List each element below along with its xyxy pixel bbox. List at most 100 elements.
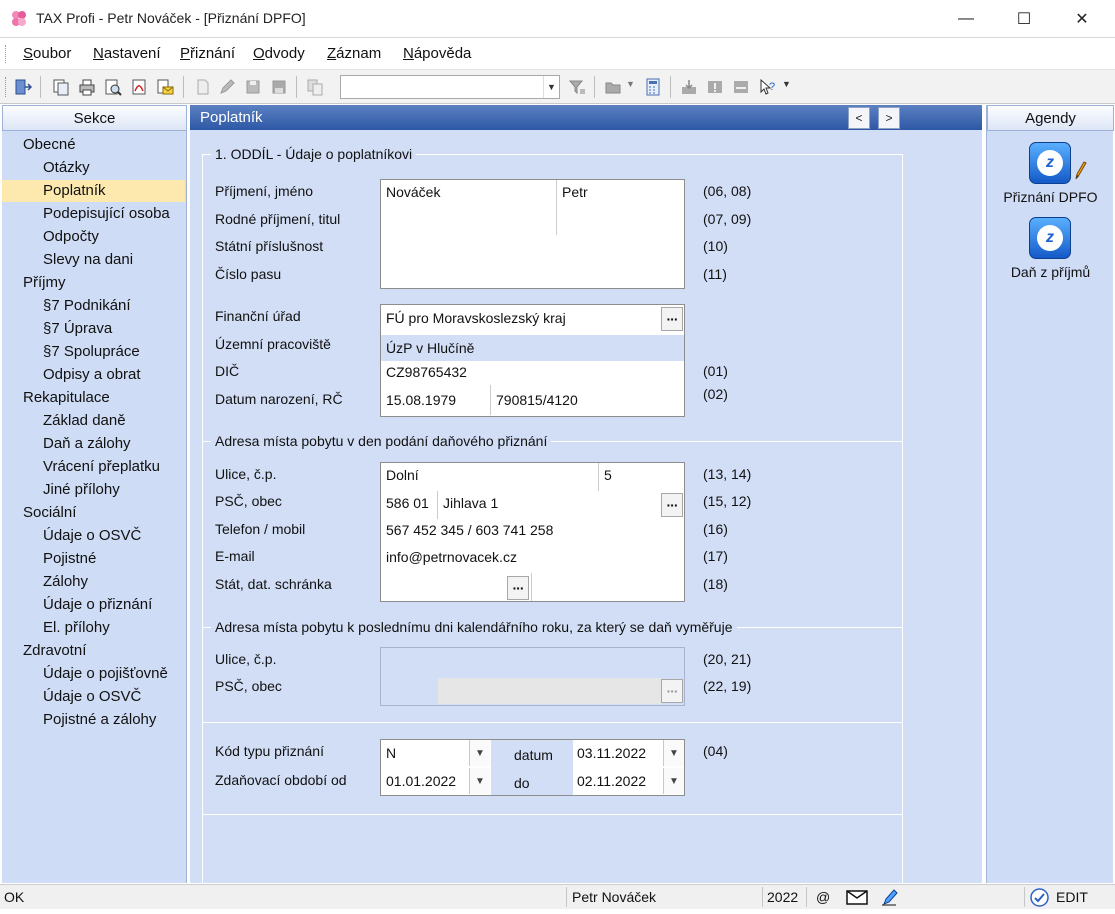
- dic-field[interactable]: CZ98765432: [386, 364, 467, 380]
- field-divider: [531, 573, 532, 601]
- chevron-down-icon[interactable]: ▼: [469, 768, 490, 794]
- sekce-item[interactable]: Údaje o OSVČ: [2, 525, 185, 547]
- label-financni-urad: Finanční úřad: [215, 308, 301, 324]
- minimize-button[interactable]: —: [943, 0, 989, 38]
- email-field[interactable]: info@petrnovacek.cz: [386, 549, 517, 565]
- folder-icon[interactable]: [602, 76, 624, 98]
- print-preview-icon[interactable]: [102, 76, 124, 98]
- toolbar-combo[interactable]: ▼: [340, 75, 560, 99]
- sekce-item[interactable]: Údaje o pojišťovně: [2, 663, 185, 685]
- sekce-item[interactable]: Příjmy: [2, 272, 185, 294]
- app-icon: [9, 9, 29, 29]
- label-prijmeni-jmeno: Příjmení, jméno: [215, 183, 314, 199]
- sekce-item[interactable]: §7 Spolupráce: [2, 341, 185, 363]
- pdf-icon[interactable]: [128, 76, 150, 98]
- telefon-field[interactable]: 567 452 345 / 603 741 258: [386, 522, 553, 538]
- datum-field[interactable]: 03.11.2022: [577, 745, 646, 761]
- sekce-item[interactable]: Poplatník: [2, 180, 185, 202]
- sekce-item[interactable]: Vrácení přeplatku: [2, 456, 185, 478]
- chevron-down-icon[interactable]: ▼: [626, 79, 635, 89]
- datum-narozeni-field[interactable]: 15.08.1979: [386, 392, 456, 408]
- kod-typu-select[interactable]: N: [386, 745, 396, 761]
- sekce-item[interactable]: Pojistné a zálohy: [2, 709, 185, 731]
- period-fields: N ▼ datum 03.11.2022 ▼ 01.01.2022 ▼ do 0…: [380, 739, 685, 796]
- obec-field[interactable]: Jihlava 1: [443, 495, 498, 511]
- card-icon[interactable]: [730, 76, 752, 98]
- calculator-icon[interactable]: [642, 76, 664, 98]
- agenda-priznani-dpfo[interactable]: Přiznání DPFO: [987, 189, 1114, 205]
- prev-button[interactable]: <: [848, 107, 870, 129]
- pdf-email-icon[interactable]: [154, 76, 176, 98]
- financni-urad-field[interactable]: FÚ pro Moravskoslezský kraj: [386, 310, 566, 326]
- psc-field[interactable]: 586 01: [386, 495, 429, 511]
- help-icon[interactable]: ?: [756, 76, 778, 98]
- menu-zaznam[interactable]: Záznam: [327, 45, 381, 62]
- dan-z-prijmu-icon[interactable]: z: [1029, 217, 1071, 259]
- save-all-icon[interactable]: [268, 76, 290, 98]
- sekce-item[interactable]: Podepisující osoba: [2, 203, 185, 225]
- ellipsis-button[interactable]: ···: [661, 493, 683, 517]
- sekce-item[interactable]: Údaje o OSVČ: [2, 686, 185, 708]
- menu-nastaveni[interactable]: Nastavení: [93, 45, 161, 62]
- next-button[interactable]: >: [878, 107, 900, 129]
- obdobi-do-field[interactable]: 02.11.2022: [577, 773, 646, 789]
- prijmeni-field[interactable]: Nováček: [386, 184, 440, 200]
- code-06-08: (06, 08): [703, 183, 752, 199]
- sekce-item[interactable]: Zdravotní: [2, 640, 185, 662]
- new-record-icon[interactable]: [192, 76, 214, 98]
- label-telefon: Telefon / mobil: [215, 521, 306, 537]
- sekce-item[interactable]: Údaje o přiznání: [2, 594, 185, 616]
- signature-icon[interactable]: [880, 887, 900, 910]
- menu-soubor[interactable]: Soubor: [23, 45, 71, 62]
- sekce-item[interactable]: Zálohy: [2, 571, 185, 593]
- sekce-item[interactable]: Rekapitulace: [2, 387, 185, 409]
- sekce-item[interactable]: Otázky: [2, 157, 185, 179]
- priznani-dpfo-icon[interactable]: z: [1029, 142, 1071, 184]
- close-button[interactable]: ✕: [1059, 0, 1105, 38]
- mail-icon[interactable]: [846, 888, 868, 909]
- agenda-dan-z-prijmu[interactable]: Daň z příjmů: [987, 264, 1114, 280]
- menu-priznani[interactable]: Přiznání: [180, 45, 235, 62]
- copy-icon[interactable]: [50, 76, 72, 98]
- section1-title: 1. ODDÍL - Údaje o poplatníkovi: [211, 146, 417, 162]
- sekce-item[interactable]: Odpisy a obrat: [2, 364, 185, 386]
- sekce-item[interactable]: Základ daně: [2, 410, 185, 432]
- duplicate-icon[interactable]: [304, 76, 326, 98]
- sekce-item[interactable]: Sociální: [2, 502, 185, 524]
- chevron-down-icon[interactable]: ▼: [543, 76, 559, 98]
- maximize-button[interactable]: ☐: [1001, 0, 1047, 38]
- status-user: Petr Nováček: [572, 889, 657, 905]
- save-record-icon[interactable]: [242, 76, 264, 98]
- chevron-down-icon[interactable]: ▼: [663, 768, 684, 794]
- exit-icon[interactable]: [12, 76, 34, 98]
- sekce-item[interactable]: Daň a zálohy: [2, 433, 185, 455]
- alert-icon[interactable]: [704, 76, 726, 98]
- sekce-item[interactable]: Slevy na dani: [2, 249, 185, 271]
- rodne-cislo-field[interactable]: 790815/4120: [496, 392, 578, 408]
- sekce-item[interactable]: El. přílohy: [2, 617, 185, 639]
- filter-icon[interactable]: [566, 76, 588, 98]
- obdobi-od-field[interactable]: 01.01.2022: [386, 773, 456, 789]
- toolbar-separator: [183, 76, 184, 98]
- menu-odvody[interactable]: Odvody: [253, 45, 305, 62]
- sekce-item[interactable]: Obecné: [2, 134, 185, 156]
- chevron-down-icon[interactable]: ▼: [469, 740, 490, 766]
- sekce-item[interactable]: Pojistné: [2, 548, 185, 570]
- sekce-item[interactable]: §7 Úprava: [2, 318, 185, 340]
- download-icon[interactable]: [678, 76, 700, 98]
- chevron-down-icon[interactable]: ▼: [663, 740, 684, 766]
- jmeno-field[interactable]: Petr: [562, 184, 588, 200]
- code-10: (10): [703, 238, 728, 254]
- chevron-down-icon[interactable]: ▼: [782, 79, 791, 89]
- edit-record-icon[interactable]: [216, 76, 238, 98]
- sekce-item[interactable]: Jiné přílohy: [2, 479, 185, 501]
- print-icon[interactable]: [76, 76, 98, 98]
- cislo-popisne-field[interactable]: 5: [604, 467, 612, 483]
- menu-napoveda[interactable]: Nápověda: [403, 45, 471, 62]
- ellipsis-button[interactable]: ···: [661, 307, 683, 331]
- status-separator: [806, 887, 807, 907]
- ulice-field[interactable]: Dolní: [386, 467, 419, 483]
- ellipsis-button[interactable]: ···: [507, 576, 529, 600]
- sekce-item[interactable]: Odpočty: [2, 226, 185, 248]
- sekce-item[interactable]: §7 Podnikání: [2, 295, 185, 317]
